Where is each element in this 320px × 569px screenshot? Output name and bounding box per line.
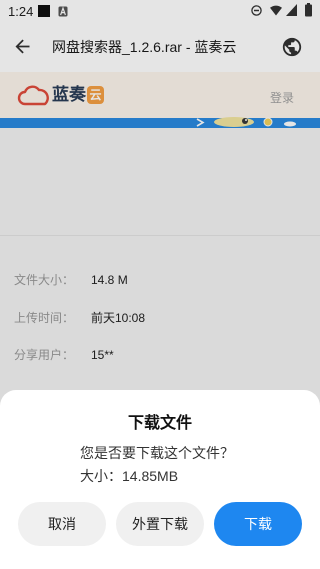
download-button[interactable]: 下载 bbox=[214, 502, 302, 546]
cancel-button[interactable]: 取消 bbox=[18, 502, 106, 546]
external-download-button[interactable]: 外置下载 bbox=[116, 502, 204, 546]
dialog-message: 您是否要下载这个文件？ bbox=[80, 445, 234, 461]
dialog-file-size: 大小：14.85MB bbox=[80, 468, 179, 484]
download-dialog: 下载文件 您是否要下载这个文件？ 大小：14.85MB 取消 外置下载 下载 bbox=[0, 390, 320, 569]
dialog-title: 下载文件 bbox=[127, 415, 192, 432]
